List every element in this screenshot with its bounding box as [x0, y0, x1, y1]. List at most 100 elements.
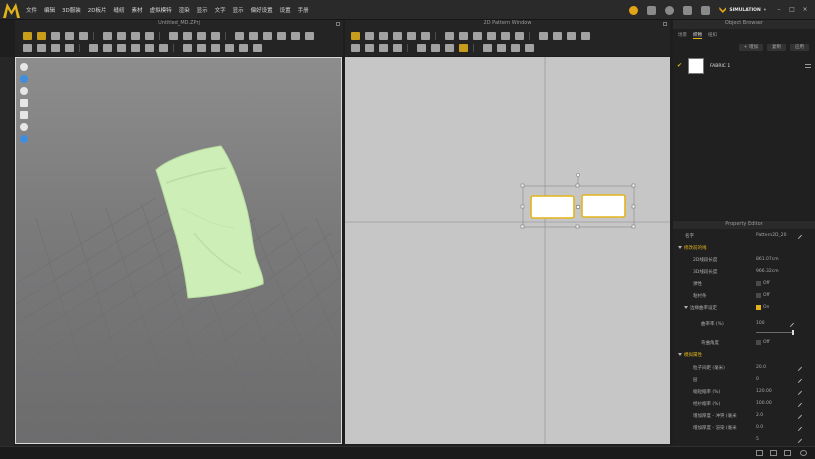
- copy-fabric-button[interactable]: 复制: [767, 44, 786, 51]
- pin-sewing-icon[interactable]: [431, 44, 440, 52]
- free-sewing-icon[interactable]: [365, 44, 374, 52]
- prop-name-value[interactable]: Pattern2D_20: [756, 233, 787, 238]
- stitch-tool-icon[interactable]: [211, 44, 220, 52]
- select-tool-icon[interactable]: [23, 32, 32, 40]
- topstitch-icon[interactable]: [483, 44, 492, 52]
- layout-icon[interactable]: [756, 450, 763, 456]
- user-icon[interactable]: [665, 5, 675, 15]
- menu-item-display[interactable]: 显示: [197, 6, 208, 14]
- app-logo[interactable]: [2, 1, 21, 19]
- internal-line-tool-icon[interactable]: [131, 32, 140, 40]
- slider-handle[interactable]: [792, 330, 794, 335]
- circle-tool-icon[interactable]: [145, 32, 154, 40]
- menu-item-file[interactable]: 文件: [26, 6, 37, 14]
- fold-line-icon[interactable]: [581, 32, 590, 40]
- trim-tool-icon[interactable]: [197, 44, 206, 52]
- shrink-tool-icon[interactable]: [89, 44, 98, 52]
- dock-icon[interactable]: [663, 22, 667, 26]
- edit-curve-point-icon[interactable]: [393, 32, 402, 40]
- segment-topstitch-icon[interactable]: [497, 44, 506, 52]
- internal-rectangle-icon[interactable]: [501, 32, 510, 40]
- slash-icon[interactable]: [421, 32, 430, 40]
- fitting-tool-icon[interactable]: [51, 44, 60, 52]
- menu-item-settings[interactable]: 设置: [280, 6, 291, 14]
- polygon-icon[interactable]: [445, 32, 454, 40]
- avatar-tool-icon[interactable]: [23, 44, 32, 52]
- free-sewing-tool-icon[interactable]: [183, 32, 192, 40]
- pin-tool-icon[interactable]: [51, 32, 60, 40]
- highlight-sewing-icon[interactable]: [459, 44, 468, 52]
- hanger-icon[interactable]: [701, 5, 711, 15]
- view-avatar-icon[interactable]: [20, 87, 28, 95]
- sphere-tool-icon[interactable]: [159, 44, 168, 52]
- rectangle-icon[interactable]: [459, 32, 468, 40]
- bell-icon[interactable]: [683, 5, 693, 15]
- settings-icon[interactable]: [800, 450, 807, 456]
- view-person-icon[interactable]: [20, 123, 28, 131]
- view-rotate-icon[interactable]: [20, 75, 28, 83]
- menu-item-render[interactable]: 渲染: [179, 6, 190, 14]
- menu-item-manual[interactable]: 手册: [298, 6, 309, 14]
- edit-icon[interactable]: [794, 423, 803, 432]
- tab-fabric[interactable]: 织物: [693, 30, 702, 39]
- prop-value[interactable]: 20.0: [756, 365, 766, 370]
- snap-tool-icon[interactable]: [239, 44, 248, 52]
- paint-tool-icon[interactable]: [183, 44, 192, 52]
- menu-item-materials[interactable]: 素材: [132, 6, 143, 14]
- menu-item-preferences[interactable]: 偏好设置: [251, 6, 273, 14]
- collapse-arrow-icon[interactable]: [684, 306, 688, 309]
- tape-tool-icon[interactable]: [249, 32, 258, 40]
- align-tool-icon[interactable]: [253, 44, 262, 52]
- speaker-icon[interactable]: [647, 5, 657, 15]
- dart-icon[interactable]: [539, 32, 548, 40]
- internal-circle-icon[interactable]: [515, 32, 524, 40]
- curvature-slider[interactable]: [756, 330, 794, 335]
- prop-value[interactable]: 0.0: [756, 425, 763, 430]
- maximize-icon[interactable]: □: [789, 7, 795, 13]
- add-fabric-button[interactable]: + 增加: [738, 44, 763, 51]
- layout-split-icon[interactable]: [770, 450, 777, 456]
- transform-pattern-icon[interactable]: [351, 32, 360, 40]
- steam-tool-icon[interactable]: [131, 44, 140, 52]
- edit-icon[interactable]: [794, 231, 803, 240]
- prop-section-lines[interactable]: 修改前的线: [673, 243, 815, 253]
- button-tool-icon[interactable]: [197, 32, 206, 40]
- edit-curvature-icon[interactable]: [379, 32, 388, 40]
- edit-icon[interactable]: [794, 411, 803, 420]
- edit-icon[interactable]: [794, 363, 803, 372]
- measure-tool-icon[interactable]: [235, 32, 244, 40]
- circle-icon[interactable]: [473, 32, 482, 40]
- tape-checkbox[interactable]: [756, 293, 761, 298]
- menu-item-2d-pattern[interactable]: 2D板片: [88, 6, 107, 14]
- apply-fabric-button[interactable]: 应用: [790, 44, 809, 51]
- pillow-garment[interactable]: [16, 58, 342, 444]
- edit-sewing-icon[interactable]: [393, 44, 402, 52]
- zipper-tool-icon[interactable]: [211, 32, 220, 40]
- prop-value[interactable]: 100: [756, 321, 765, 326]
- strengthen-tool-icon[interactable]: [103, 44, 112, 52]
- edit-icon[interactable]: [794, 387, 803, 396]
- internal-polygon-icon[interactable]: [487, 32, 496, 40]
- prop-value[interactable]: 120.00: [756, 389, 772, 394]
- sewing-tool-icon[interactable]: [169, 32, 178, 40]
- multi-sewing-icon[interactable]: [379, 44, 388, 52]
- prop-value[interactable]: 100.00: [756, 401, 772, 406]
- view-sphere-icon[interactable]: [20, 135, 28, 143]
- texture-tool-icon[interactable]: [263, 32, 272, 40]
- view-box-icon[interactable]: [20, 99, 28, 107]
- polygon-tool-icon[interactable]: [117, 32, 126, 40]
- menu-item-display-2[interactable]: 显示: [233, 6, 244, 14]
- prop-value[interactable]: 2.0: [756, 413, 763, 418]
- view-garment-icon[interactable]: [20, 63, 28, 71]
- segment-sewing-icon[interactable]: [351, 44, 360, 52]
- prop-value[interactable]: 5: [756, 437, 759, 442]
- view-texture-icon[interactable]: [20, 111, 28, 119]
- curvature-checkbox[interactable]: [756, 305, 761, 310]
- edit-icon[interactable]: [794, 399, 803, 408]
- graphic-tool-icon[interactable]: [277, 32, 286, 40]
- line-tool-icon[interactable]: [225, 44, 234, 52]
- ironing-tool-icon[interactable]: [145, 44, 154, 52]
- library-tab[interactable]: [3, 97, 11, 237]
- dock-icon[interactable]: [336, 22, 340, 26]
- fold-tool-icon[interactable]: [79, 32, 88, 40]
